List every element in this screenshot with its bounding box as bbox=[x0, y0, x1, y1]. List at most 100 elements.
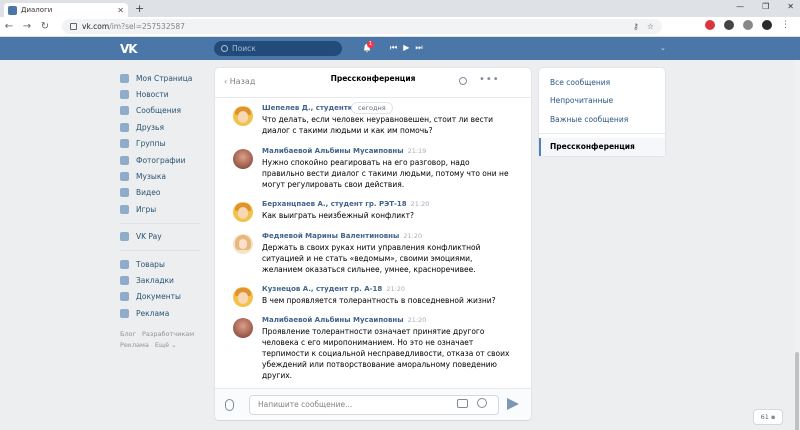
search-input[interactable]: Поиск bbox=[214, 41, 342, 56]
url-path: /im?sel=257532587 bbox=[109, 22, 185, 31]
message-list[interactable]: Шепелев Д., студентка гр. Что делать, ес… bbox=[215, 100, 531, 385]
browser-tab-strip: Диалоги ✕ + — ❐ ✕ bbox=[0, 0, 800, 17]
chat-header: ‹ Назад Прессконференция ••• bbox=[215, 68, 531, 98]
extension-glasses-icon[interactable] bbox=[743, 20, 753, 30]
sidebar-item-label: Друзья bbox=[136, 122, 164, 132]
search-placeholder: Поиск bbox=[232, 44, 256, 53]
footer-link-ads[interactable]: Реклама bbox=[120, 341, 149, 349]
date-separator: сегодня bbox=[351, 102, 393, 114]
minimize-icon[interactable]: — bbox=[736, 2, 744, 11]
url-host: vk.com bbox=[82, 22, 110, 31]
browser-tab[interactable]: Диалоги ✕ bbox=[4, 3, 128, 17]
avatar[interactable] bbox=[233, 287, 253, 307]
sidebar-item-goods[interactable]: Товары bbox=[120, 256, 210, 272]
scrollbar-thumb[interactable] bbox=[795, 352, 799, 430]
footer-link-blog[interactable]: Блог bbox=[120, 330, 136, 338]
sidebar-item-ads[interactable]: Реклама bbox=[120, 305, 210, 321]
window-controls: — ❐ ✕ bbox=[736, 2, 794, 11]
sidebar-item-label: Товары bbox=[136, 259, 165, 269]
new-tab-icon[interactable]: + bbox=[135, 2, 144, 15]
forward-arrow-icon[interactable]: → bbox=[18, 21, 36, 32]
star-icon[interactable]: ☆ bbox=[647, 22, 654, 31]
message-text: Держать в своих руках нити управления ко… bbox=[262, 243, 481, 274]
sidebar-item-messages[interactable]: Сообщения bbox=[120, 103, 210, 119]
sidebar-item-my-page[interactable]: Моя Страница bbox=[120, 70, 210, 86]
avatar[interactable] bbox=[233, 202, 253, 222]
bookmarks-icon bbox=[120, 275, 129, 285]
message-time: 21:20 bbox=[410, 200, 430, 208]
chat-search-icon[interactable] bbox=[459, 77, 467, 85]
notification-badge: 1 bbox=[367, 41, 374, 48]
sidebar-item-documents[interactable]: Документы bbox=[120, 289, 210, 305]
footer-link-more[interactable]: Ещё ⌄ bbox=[155, 341, 177, 349]
back-arrow-icon[interactable]: ← bbox=[0, 21, 18, 32]
folder-all-messages[interactable]: Все сообщения bbox=[539, 73, 665, 92]
audio-player: ⏮ ▶ ⏭ bbox=[390, 43, 423, 53]
send-icon[interactable] bbox=[507, 398, 519, 410]
play-icon[interactable]: ▶ bbox=[403, 43, 409, 53]
sidebar-item-video[interactable]: Видео bbox=[120, 185, 210, 201]
browser-toolbar: ← → ↻ vk.com /im?sel=257532587 ⚷ ☆ ⋮ bbox=[0, 17, 800, 37]
chat-bubble-icon: ▪ bbox=[770, 413, 776, 421]
emoji-icon[interactable] bbox=[477, 398, 487, 408]
previous-track-icon[interactable]: ⏮ bbox=[390, 43, 397, 53]
avatar[interactable] bbox=[233, 234, 253, 254]
sidebar-item-label: Моя Страница bbox=[136, 73, 193, 83]
sidebar-item-friends[interactable]: Друзья bbox=[120, 119, 210, 135]
chat-counter-button[interactable]: 61 ▪ bbox=[754, 410, 782, 424]
message-author[interactable]: Кузнецов А., студент гр. А-18 bbox=[262, 285, 382, 293]
message-time: 21:20 bbox=[386, 285, 406, 293]
message-author[interactable]: Малибаевой Альбины Мусаиповны bbox=[262, 316, 404, 324]
profile-avatar[interactable] bbox=[762, 20, 772, 30]
camera-icon[interactable] bbox=[457, 399, 468, 408]
vk-logo[interactable]: VK bbox=[120, 42, 138, 56]
avatar[interactable] bbox=[233, 149, 253, 169]
tab-close-icon[interactable]: ✕ bbox=[117, 6, 124, 15]
extension-badge-icon[interactable] bbox=[705, 20, 715, 30]
chat-counter: 61 bbox=[760, 413, 769, 421]
message-author[interactable]: Берханцпаев А., студент гр. РЭТ-18 bbox=[262, 200, 407, 208]
page-scrollbar[interactable] bbox=[794, 60, 800, 430]
sidebar-footer: Блог Разработчикам Реклама Ещё ⌄ bbox=[120, 329, 210, 351]
sidebar-item-vkpay[interactable]: VK Pay bbox=[120, 229, 210, 245]
attach-icon[interactable] bbox=[225, 399, 234, 411]
sidebar-item-groups[interactable]: Группы bbox=[120, 136, 210, 152]
sidebar-item-bookmarks[interactable]: Закладки bbox=[120, 272, 210, 288]
key-icon[interactable]: ⚷ bbox=[633, 22, 639, 31]
sidebar-item-label: VK Pay bbox=[136, 232, 162, 242]
more-options-icon[interactable]: ••• bbox=[479, 74, 500, 85]
vkpay-icon bbox=[120, 232, 129, 242]
sidebar-item-music[interactable]: Музыка bbox=[120, 168, 210, 184]
chat-panel: ‹ Назад Прессконференция ••• сегодня Шеп… bbox=[215, 68, 531, 420]
tab-title: Диалоги bbox=[21, 6, 53, 14]
games-icon bbox=[120, 204, 129, 214]
extension-sync-icon[interactable] bbox=[724, 20, 734, 30]
next-track-icon[interactable]: ⏭ bbox=[415, 43, 422, 53]
maximize-icon[interactable]: ❐ bbox=[762, 2, 769, 11]
message-text: Нужно спокойно реагировать на его разгов… bbox=[262, 158, 509, 189]
reload-icon[interactable]: ↻ bbox=[36, 21, 54, 32]
vk-header: VK Поиск 1 ⏮ ▶ ⏭ ⌄ bbox=[0, 37, 800, 60]
message-author[interactable]: Малибаевой Альбины Мусаиповны bbox=[262, 147, 404, 155]
sidebar-divider bbox=[120, 249, 200, 251]
sidebar-item-games[interactable]: Игры bbox=[120, 201, 210, 217]
footer-link-developers[interactable]: Разработчикам bbox=[142, 330, 194, 338]
profile-menu-chevron-icon[interactable]: ⌄ bbox=[660, 44, 666, 52]
folder-unread[interactable]: Непрочитанные bbox=[539, 92, 665, 111]
sidebar-item-label: Фотографии bbox=[136, 155, 186, 165]
message-time: 21:20 bbox=[407, 316, 427, 324]
chrome-menu-icon[interactable]: ⋮ bbox=[781, 20, 790, 30]
folder-important[interactable]: Важные сообщения bbox=[539, 110, 665, 129]
avatar[interactable] bbox=[233, 106, 253, 126]
avatar[interactable] bbox=[233, 318, 253, 338]
folders-panel: Все сообщения Непрочитанные Важные сообщ… bbox=[539, 68, 665, 156]
sidebar-item-news[interactable]: Новости bbox=[120, 86, 210, 102]
address-bar[interactable]: vk.com /im?sel=257532587 ⚷ ☆ bbox=[62, 19, 662, 34]
message-author[interactable]: Федяевой Марины Валентиновны bbox=[262, 232, 399, 240]
close-window-icon[interactable]: ✕ bbox=[787, 2, 794, 11]
folder-active-chat[interactable]: Прессконференция bbox=[539, 137, 665, 156]
sidebar: Моя Страница Новости Сообщения Друзья Гр… bbox=[120, 70, 210, 351]
sidebar-item-label: Музыка bbox=[136, 172, 166, 182]
sidebar-item-label: Документы bbox=[136, 292, 181, 302]
sidebar-item-photos[interactable]: Фотографии bbox=[120, 152, 210, 168]
